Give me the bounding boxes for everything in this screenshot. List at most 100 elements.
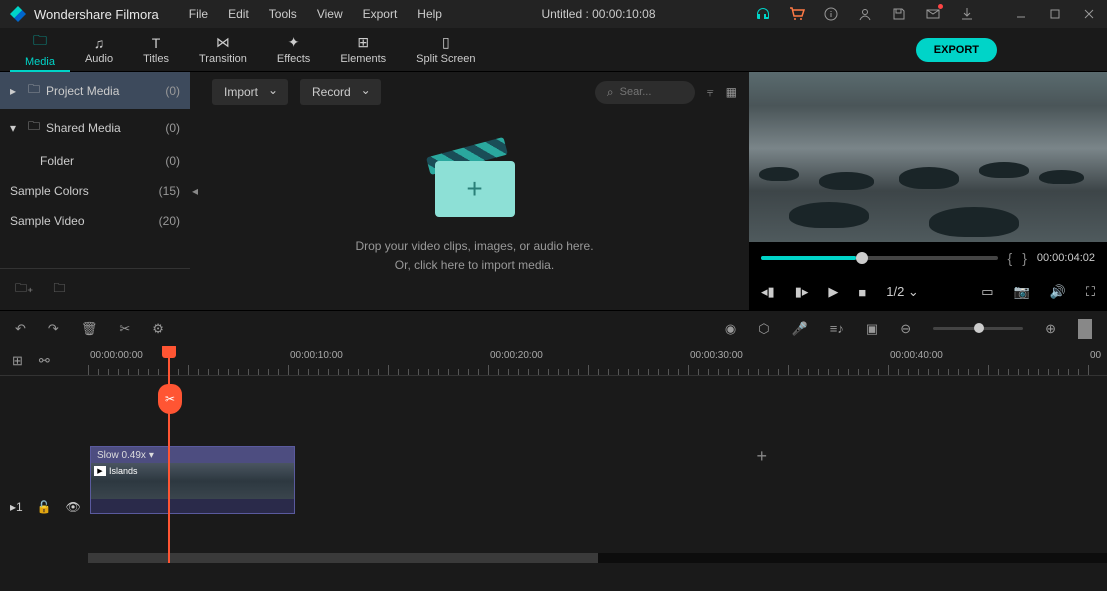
export-button[interactable]: EXPORT [916, 38, 997, 62]
redo-icon[interactable]: ↷ [48, 321, 59, 337]
menu-view[interactable]: View [317, 7, 343, 21]
prev-frame-icon[interactable]: ◂▮ [761, 284, 775, 300]
tab-audio[interactable]: ♫Audio [70, 28, 128, 72]
sidebar-collapse-handle[interactable]: ◂ [190, 72, 200, 310]
sidebar-item-shared-media[interactable]: ▾ 🗀 Shared Media (0) [0, 109, 190, 146]
undo-icon[interactable]: ↶ [15, 321, 26, 337]
timeline-tracks[interactable]: 00:00:00:00 00:00:10:00 00:00:20:00 00:0… [88, 346, 1107, 563]
lock-icon[interactable]: 🔓 [37, 500, 52, 514]
mark-out-icon[interactable]: } [1022, 250, 1027, 266]
app-name: Wondershare Filmora [34, 7, 159, 22]
sidebar-actions: 🗀₊ 🗀 [0, 268, 190, 310]
zoom-in-icon[interactable]: ⊕ [1045, 321, 1056, 337]
transition-icon: ⋈ [216, 34, 230, 51]
split-marker-icon[interactable]: ✂ [158, 384, 182, 414]
quality-icon[interactable]: ▭ [981, 284, 993, 300]
info-icon[interactable] [823, 6, 839, 22]
link-icon[interactable]: ⚯ [39, 353, 50, 369]
add-track-icon[interactable]: + [756, 446, 767, 467]
menu-file[interactable]: File [189, 7, 208, 21]
close-icon[interactable] [1081, 6, 1097, 22]
menu-export[interactable]: Export [363, 7, 398, 21]
preview-ratio[interactable]: 1/2 ⌄ [886, 284, 919, 300]
mail-icon[interactable] [925, 6, 941, 22]
timeline-ruler[interactable]: 00:00:00:00 00:00:10:00 00:00:20:00 00:0… [88, 346, 1107, 376]
sidebar-item-project-media[interactable]: ▸ 🗀 Project Media (0) [0, 72, 190, 109]
tab-transition[interactable]: ⋈Transition [184, 28, 262, 72]
clapperboard-icon: + [435, 147, 515, 217]
sidebar-item-sample-colors[interactable]: Sample Colors (15) [0, 176, 190, 206]
search-icon: ⌕ [607, 85, 614, 100]
sidebar-item-folder[interactable]: Folder (0) [0, 146, 190, 176]
ruler-time-0: 00:00:00:00 [90, 350, 143, 361]
volume-icon[interactable]: 🔊 [1050, 284, 1066, 300]
media-content: Import Record ⌕ ⫧ ▦ + Drop your video cl… [200, 72, 749, 310]
record-dropdown[interactable]: Record [300, 79, 381, 105]
menu-tools[interactable]: Tools [269, 7, 297, 21]
search-input[interactable] [620, 86, 680, 98]
visibility-icon[interactable]: 👁 [66, 500, 81, 514]
ruler-time-3: 00:00:30:00 [690, 350, 743, 361]
zoom-handle[interactable] [974, 323, 984, 333]
split-icon[interactable]: ✂ [119, 321, 130, 337]
tab-elements[interactable]: ⊞Elements [325, 28, 401, 72]
voiceover-icon[interactable]: 🎤 [792, 321, 808, 337]
document-title: Untitled : 00:00:10:08 [442, 7, 755, 21]
timeline-clip[interactable]: Slow 0.49x▾ ▶ Islands [90, 446, 295, 514]
stop-icon[interactable]: ■ [858, 285, 866, 300]
new-folder-icon[interactable]: 🗀₊ [15, 279, 33, 300]
folder-icon: 🗀 [33, 30, 47, 54]
clip-speed-label[interactable]: Slow 0.49x▾ [91, 447, 294, 463]
timeline-scrollbar[interactable] [88, 553, 1107, 563]
playhead[interactable] [168, 346, 170, 563]
video-track-header[interactable]: ▸1 🔓 👁 [0, 481, 88, 533]
media-drop-zone[interactable]: + Drop your video clips, images, or audi… [200, 112, 749, 310]
timeline-track-headers: ⊞ ⚯ ▸1 🔓 👁 [0, 346, 88, 563]
tab-media[interactable]: 🗀Media [10, 28, 70, 72]
sidebar-item-sample-video[interactable]: Sample Video (20) [0, 206, 190, 236]
marker-icon[interactable]: ⬡ [758, 321, 769, 337]
menu-edit[interactable]: Edit [228, 7, 249, 21]
grid-view-icon[interactable]: ▦ [726, 85, 737, 99]
split-icon: ▯ [442, 34, 450, 51]
mark-in-icon[interactable]: { [1008, 250, 1013, 266]
open-folder-icon[interactable]: 🗀 [53, 279, 65, 300]
search-box[interactable]: ⌕ [595, 81, 695, 104]
maximize-icon[interactable] [1047, 6, 1063, 22]
audio-mixer-icon[interactable]: ≡♪ [830, 321, 844, 336]
seek-track[interactable] [761, 256, 998, 260]
tab-split-screen[interactable]: ▯Split Screen [401, 28, 490, 72]
fullscreen-icon[interactable]: ⛶ [1086, 284, 1095, 300]
settings-icon[interactable]: ⚙ [152, 321, 164, 337]
render-icon[interactable]: ◉ [725, 321, 736, 337]
menu-help[interactable]: Help [417, 7, 442, 21]
play-pause-icon[interactable]: ▮▸ [795, 284, 809, 300]
tab-effects[interactable]: ✦Effects [262, 28, 325, 72]
download-icon[interactable] [959, 6, 975, 22]
delete-icon[interactable]: 🗑 [81, 321, 98, 337]
zoom-out-icon[interactable]: ⊖ [900, 321, 911, 337]
cart-icon[interactable] [789, 6, 805, 22]
music-icon: ♫ [94, 35, 105, 51]
tab-titles[interactable]: TTitles [128, 28, 184, 72]
scrollbar-thumb[interactable] [88, 553, 598, 563]
timeline-options-icon[interactable]: ⊞ [12, 353, 23, 369]
preview-video[interactable] [749, 72, 1107, 242]
minimize-icon[interactable] [1013, 6, 1029, 22]
crop-icon[interactable]: ▣ [866, 321, 878, 337]
play-icon[interactable]: ▶ [828, 284, 838, 300]
preview-panel: { } 00:00:04:02 ◂▮ ▮▸ ▶ ■ 1/2 ⌄ ▭ 📷 🔊 ⛶ [749, 72, 1107, 310]
seek-handle[interactable] [856, 252, 868, 264]
save-icon[interactable] [891, 6, 907, 22]
titlebar-actions [755, 6, 1097, 22]
account-icon[interactable] [857, 6, 873, 22]
snapshot-icon[interactable]: 📷 [1014, 284, 1030, 300]
zoom-fit-icon[interactable] [1078, 319, 1092, 339]
playhead-handle[interactable] [162, 346, 176, 358]
headset-icon[interactable] [755, 6, 771, 22]
elements-icon: ⊞ [357, 34, 369, 51]
zoom-slider[interactable] [933, 327, 1023, 330]
titlebar: Wondershare Filmora File Edit Tools View… [0, 0, 1107, 28]
import-dropdown[interactable]: Import [212, 79, 288, 105]
filter-icon[interactable]: ⫧ [707, 85, 714, 100]
